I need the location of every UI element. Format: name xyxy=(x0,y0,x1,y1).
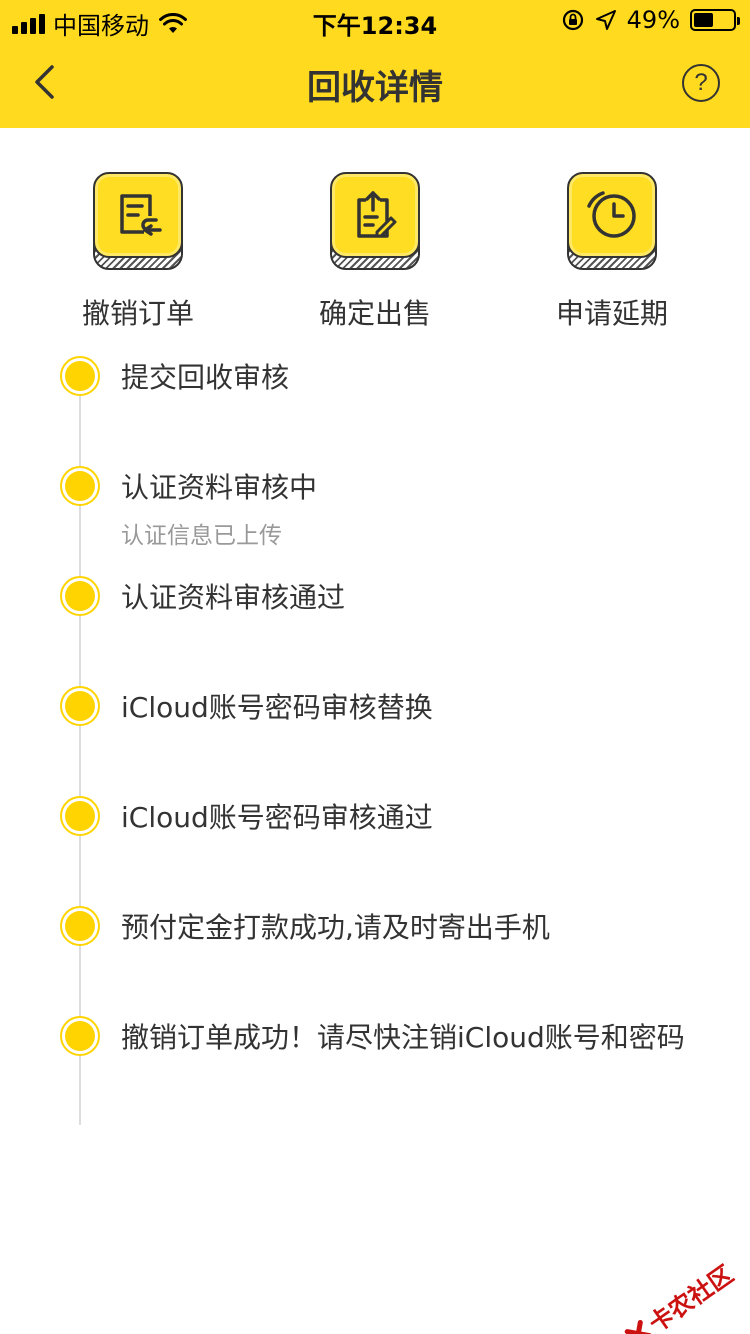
clock-icon xyxy=(587,191,636,238)
request-extension-label: 申请延期 xyxy=(555,297,668,330)
timeline-item: iCloud账号密码审核通过 xyxy=(0,790,750,900)
watermark: 卡农社区 xyxy=(619,1255,739,1334)
action-icon-box xyxy=(567,172,657,270)
timeline-dot xyxy=(60,576,100,616)
timeline-dot xyxy=(60,466,100,506)
question-mark-icon: ? xyxy=(694,69,708,96)
timeline-title: iCloud账号密码审核通过 xyxy=(121,801,433,834)
timeline-item: 认证资料审核通过 xyxy=(0,570,750,680)
timeline-dot xyxy=(60,1016,100,1056)
timeline-title: 认证资料审核中 xyxy=(121,471,318,504)
battery-level xyxy=(694,13,713,27)
timeline-title: 提交回收审核 xyxy=(121,361,290,394)
watermark-text: 卡农社区 xyxy=(643,1260,739,1334)
timeline-item: 认证资料审核中 认证信息已上传 xyxy=(0,460,750,570)
help-button[interactable]: ? xyxy=(682,64,720,102)
rotation-lock-icon xyxy=(562,9,583,31)
timeline-item: 提交回收审核 xyxy=(0,350,750,460)
timeline-dot xyxy=(60,686,100,726)
timeline-item: 撤销订单成功！请尽快注销iCloud账号和密码 xyxy=(0,1010,750,1120)
timeline-dot xyxy=(60,796,100,836)
action-icon-box xyxy=(330,172,420,270)
document-undo-icon xyxy=(120,194,162,236)
clipboard-upload-icon xyxy=(357,191,397,238)
timeline-item: 预付定金打款成功,请及时寄出手机 xyxy=(0,900,750,1010)
status-right: 49% xyxy=(561,6,740,34)
timeline-dot xyxy=(60,906,100,946)
cancel-order-button[interactable]: 撤销订单 xyxy=(38,172,238,332)
header: 中国移动 下午12:34 49% 回收详情 ? xyxy=(0,0,750,128)
status-bar: 中国移动 下午12:34 49% xyxy=(0,0,750,40)
timeline-title: 认证资料审核通过 xyxy=(121,581,346,614)
timeline-item: iCloud账号密码审核替换 xyxy=(0,680,750,790)
battery-icon xyxy=(690,9,740,31)
page-title: 回收详情 xyxy=(307,68,443,108)
action-bar: 撤销订单 确定出售 申请延期 xyxy=(0,172,750,332)
action-icon-box xyxy=(93,172,183,270)
location-icon xyxy=(595,10,616,30)
timeline-dot xyxy=(60,356,100,396)
timeline-title: iCloud账号密码审核替换 xyxy=(121,691,433,724)
cancel-order-label: 撤销订单 xyxy=(81,297,194,330)
confirm-sale-label: 确定出售 xyxy=(318,297,431,330)
request-extension-button[interactable]: 申请延期 xyxy=(512,172,712,332)
timeline-title: 撤销订单成功！请尽快注销iCloud账号和密码 xyxy=(121,1021,685,1054)
timeline-title: 预付定金打款成功,请及时寄出手机 xyxy=(121,911,550,944)
timeline-subtitle: 认证信息已上传 xyxy=(121,523,282,549)
battery-percent: 49% xyxy=(626,6,680,34)
confirm-sale-button[interactable]: 确定出售 xyxy=(275,172,475,332)
